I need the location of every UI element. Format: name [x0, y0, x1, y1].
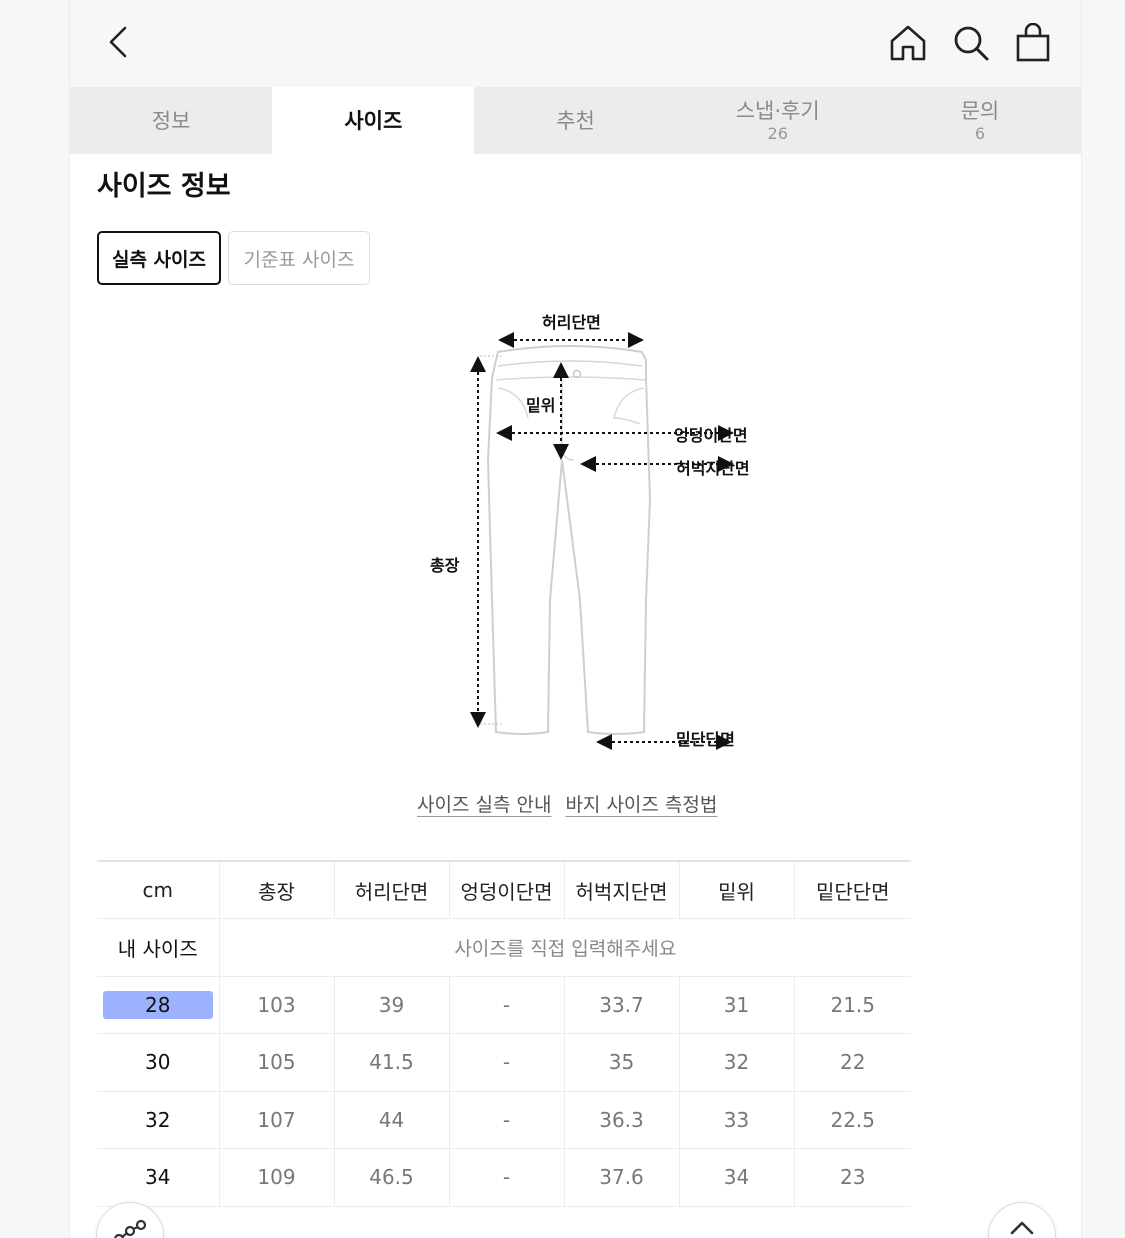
table-cell: 105: [218, 1033, 334, 1092]
label-rise: 밑위: [526, 396, 556, 415]
my-size-input-prompt[interactable]: 사이즈를 직접 입력해주세요: [218, 918, 911, 977]
col-total-length: 총장: [218, 860, 334, 919]
label-thigh: 허벅지단면: [676, 459, 750, 478]
inquiry-count: 6: [974, 123, 985, 143]
scroll-top-button[interactable]: [988, 1202, 1056, 1238]
table-cell: 41.5: [333, 1033, 449, 1092]
top-bar: [70, 0, 1081, 87]
table-cell: 39: [333, 976, 449, 1034]
table-row: 34 109 46.5 - 37.6 34 23: [97, 1148, 911, 1207]
standard-size-button[interactable]: 기준표 사이즈: [228, 231, 370, 285]
table-cell: 23: [793, 1148, 911, 1207]
pants-measure-method-link[interactable]: 바지 사이즈 측정법: [565, 790, 717, 817]
table-cell: 33: [678, 1091, 794, 1149]
label-waist: 허리단면: [542, 313, 601, 332]
table-cell: 34: [678, 1148, 794, 1207]
cart-button[interactable]: [1010, 20, 1056, 66]
size-cell: 28: [97, 976, 219, 1034]
size-cell: 30: [97, 1033, 219, 1092]
share-button[interactable]: [96, 1202, 164, 1238]
back-button[interactable]: [96, 20, 140, 64]
size-cell: 32: [97, 1091, 219, 1149]
table-row: 32 107 44 - 36.3 33 22.5: [97, 1091, 911, 1149]
size-table: cm 총장 허리단면 엉덩이단면 허벅지단면 밑위 밑단단면 내 사이즈 사이즈…: [97, 860, 911, 1207]
chevron-left-icon: [109, 26, 127, 58]
table-header-row: cm 총장 허리단면 엉덩이단면 허벅지단면 밑위 밑단단면: [97, 860, 911, 919]
table-cell: 32: [678, 1033, 794, 1092]
table-cell: 22.5: [793, 1091, 911, 1149]
col-rise: 밑위: [678, 860, 794, 919]
review-count: 26: [767, 123, 788, 143]
table-cell: -: [448, 1033, 564, 1092]
shopping-bag-icon: [1016, 23, 1050, 62]
share-icon: [114, 1219, 147, 1238]
col-thigh: 허벅지단면: [563, 860, 679, 919]
col-waist: 허리단면: [333, 860, 449, 919]
tab-info[interactable]: 정보: [70, 87, 273, 154]
col-hip: 엉덩이단면: [448, 860, 564, 919]
home-button[interactable]: [885, 20, 931, 66]
search-icon: [954, 26, 989, 61]
table-cell: -: [448, 1091, 564, 1149]
table-cell: -: [448, 1148, 564, 1207]
table-cell: 109: [218, 1148, 334, 1207]
table-cell: 36.3: [563, 1091, 679, 1149]
size-measure-guide-link[interactable]: 사이즈 실측 안내: [417, 790, 551, 817]
table-cell: 46.5: [333, 1148, 449, 1207]
my-size-label: 내 사이즈: [97, 918, 219, 977]
search-button[interactable]: [948, 20, 994, 66]
col-hem: 밑단단면: [793, 860, 911, 919]
highlighted-size: 28: [102, 990, 213, 1019]
label-hip: 엉덩이단면: [674, 426, 748, 445]
my-size-row: 내 사이즈 사이즈를 직접 입력해주세요: [97, 918, 911, 977]
col-unit: cm: [97, 860, 219, 919]
table-cell: 22: [793, 1033, 911, 1092]
pants-measurement-diagram: 허리단면 밑위 엉덩이단면 허벅지단면 총장 밑단단면: [410, 300, 770, 760]
actual-size-button[interactable]: 실측 사이즈: [97, 231, 221, 285]
size-cell: 34: [97, 1148, 219, 1207]
tab-recommend[interactable]: 추천: [474, 87, 677, 154]
table-cell: 37.6: [563, 1148, 679, 1207]
table-cell: 35: [563, 1033, 679, 1092]
table-cell: 107: [218, 1091, 334, 1149]
label-length: 총장: [430, 556, 460, 575]
table-cell: 103: [218, 976, 334, 1034]
table-cell: 21.5: [793, 976, 911, 1034]
tab-snap-review[interactable]: 스냅·후기 26: [676, 87, 879, 154]
tab-inquiry[interactable]: 문의 6: [878, 87, 1081, 154]
size-guide-links: 사이즈 실측 안내 바지 사이즈 측정법: [417, 790, 717, 817]
table-cell: 31: [678, 976, 794, 1034]
app-frame: 정보 사이즈 추천 스냅·후기 26 문의 6 사이즈 정보 실측 사이즈 기준표 …: [69, 0, 1082, 1238]
table-row: 28 103 39 - 33.7 31 21.5: [97, 976, 911, 1034]
section-title: 사이즈 정보: [97, 171, 231, 202]
label-hem: 밑단단면: [676, 730, 735, 749]
pants-outline: [470, 332, 734, 750]
table-cell: 33.7: [563, 976, 679, 1034]
product-tabs: 정보 사이즈 추천 스냅·후기 26 문의 6: [70, 87, 1081, 154]
table-row: 30 105 41.5 - 35 32 22: [97, 1033, 911, 1092]
table-cell: 44: [333, 1091, 449, 1149]
table-cell: -: [448, 976, 564, 1034]
home-icon: [890, 25, 926, 61]
chevron-up-icon: [1010, 1221, 1034, 1235]
tab-size[interactable]: 사이즈: [272, 87, 475, 154]
